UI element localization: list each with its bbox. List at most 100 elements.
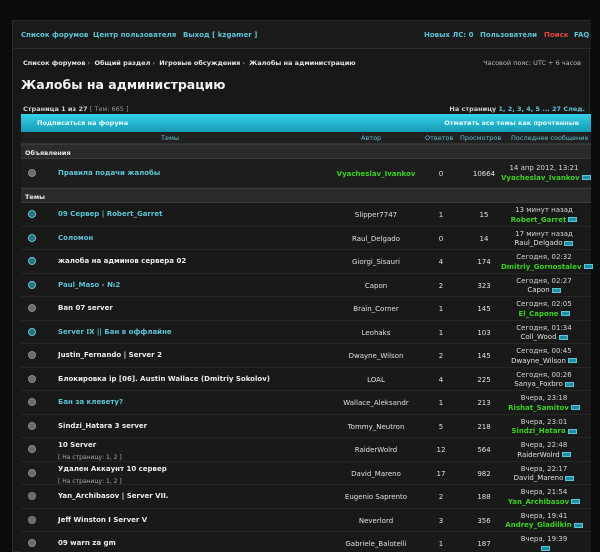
nav-members[interactable]: Пользователи — [480, 31, 537, 39]
last-post-user[interactable]: Andrey_Gladilkin — [505, 521, 571, 529]
subscribe-forum-link[interactable]: Подписаться на форума — [37, 119, 128, 127]
go-to-post-icon[interactable] — [570, 405, 580, 410]
go-to-post-icon[interactable] — [564, 240, 574, 246]
last-post-user[interactable]: RaiderWolrd — [517, 451, 560, 459]
go-to-post-icon[interactable] — [573, 522, 583, 528]
last-post-user[interactable]: Dmitriy_Gornostalev — [501, 263, 582, 271]
topic-pages[interactable]: [ На страницу: 1, 2 ] — [58, 454, 122, 461]
last-post-user[interactable]: Capon — [527, 286, 549, 294]
last-post-user[interactable]: Robert_Garret — [511, 216, 567, 224]
topic-title[interactable]: Server IX || Бан в оффлайне — [58, 328, 172, 336]
topic-title[interactable]: Правила подачи жалобы — [58, 169, 160, 177]
topic-pages[interactable]: [ На страницу: 1, 2 ] — [58, 478, 122, 485]
table-row[interactable]: Justin_Fernando | Server 2 Dwayne_Wilson 2… — [21, 344, 591, 368]
nav-search[interactable]: Поиск — [544, 31, 568, 39]
go-to-post-icon[interactable] — [568, 217, 578, 222]
nav-faq[interactable]: FAQ — [574, 31, 589, 39]
go-to-post-icon[interactable] — [551, 287, 561, 293]
table-row[interactable]: 09 Сервер | Robert_Garret Slipper7747 1 15 1… — [21, 203, 591, 227]
last-post-user[interactable]: El_Capone — [518, 310, 558, 318]
topic-title[interactable]: 09 warn za gm — [58, 539, 116, 547]
last-post-user[interactable]: Coll_Wood — [520, 333, 556, 341]
column-last-post[interactable]: Последнее сообщение — [511, 134, 589, 142]
go-to-post-icon[interactable] — [583, 264, 593, 269]
column-replies[interactable]: Ответов — [425, 134, 453, 142]
nav-forum-list[interactable]: Список форумов — [21, 31, 88, 39]
mark-read-link[interactable]: Отметить все темы как прочтенные — [444, 119, 579, 127]
topic-title[interactable]: Sindzi_Hatara 3 server — [58, 422, 147, 430]
topic-title[interactable]: Удален Аккаунт 10 сервер — [58, 465, 167, 473]
topic-author[interactable]: Gabriele_Balotelli — [311, 540, 441, 548]
go-to-post-icon[interactable] — [564, 381, 574, 387]
last-post-user[interactable]: Rishat_Samitov — [508, 404, 569, 412]
pagination-next[interactable]: След. — [563, 105, 585, 113]
table-row[interactable]: Блокировка ip [06]. Austin Wallace (Dmit… — [21, 367, 591, 391]
table-row[interactable]: Соломон Raul_Delgado 0 14 17 минут назад Raul… — [21, 226, 591, 250]
table-row[interactable]: Paul_Maso - №2 Capon 2 323 Сегодня, 02:27 Cap… — [21, 273, 591, 297]
pagination-links[interactable]: 1, 2, 3, 4, 5 ... 27 — [499, 105, 562, 113]
topic-title[interactable]: Блокировка ip [06]. Austin Wallace (Dmit… — [58, 375, 270, 383]
nav-logout[interactable]: Выход [ kzgamer ] — [183, 31, 257, 39]
table-row[interactable]: Jeff Winston I Server V Neverlord 3 356 Вчер… — [21, 508, 591, 532]
topic-title[interactable]: Бан за клевету? — [58, 398, 123, 406]
column-views[interactable]: Просмотров — [460, 134, 501, 142]
topic-author[interactable]: Wallace_Aleksandr — [311, 399, 441, 407]
topic-author[interactable]: Neverlord — [311, 517, 441, 525]
topic-author[interactable]: Giorgi_Sisauri — [311, 258, 441, 266]
table-row[interactable]: Бан за клевету? Wallace_Aleksandr 1 213 Вчер… — [21, 391, 591, 415]
table-row[interactable]: Yan_Archibasov | Server VII. Eugenio Sapr… — [21, 485, 591, 509]
topic-author[interactable]: Raul_Delgado — [311, 235, 441, 243]
topic-title[interactable]: Paul_Maso - №2 — [58, 281, 120, 289]
topic-author[interactable]: Tommy_Neutron — [311, 423, 441, 431]
topic-author[interactable]: David_Mareno — [311, 470, 441, 478]
table-row[interactable]: жалоба на админов сервера 02 Giorgi_Sisau… — [21, 250, 593, 274]
topic-author[interactable]: LOAL — [311, 376, 441, 384]
go-to-post-icon[interactable] — [540, 546, 550, 551]
breadcrumb-item[interactable]: Игровые обсуждения — [159, 59, 240, 67]
go-to-post-icon[interactable] — [581, 175, 591, 180]
last-post-user[interactable]: Raul_Delgado — [515, 239, 563, 247]
topic-author[interactable]: Leohaks — [311, 329, 441, 337]
topic-author[interactable]: Vyacheslav_Ivankov — [311, 170, 441, 178]
topic-title[interactable]: Соломон — [58, 234, 93, 242]
table-row[interactable]: Server IX || Бан в оффлайне Leohaks 1 103 Се… — [21, 320, 591, 344]
breadcrumb-item[interactable]: Список форумов — [23, 59, 86, 67]
topic-title[interactable]: 10 Server — [58, 441, 96, 449]
breadcrumb-item[interactable]: Жалобы на администрацию — [249, 59, 355, 67]
nav-new-pm[interactable]: Новых ЛС: 0 — [424, 31, 473, 39]
table-row[interactable]: Удален Аккаунт 10 сервер [ На страницу: 1… — [21, 461, 591, 485]
go-to-post-icon[interactable] — [560, 311, 570, 316]
last-post-user[interactable]: Sanya_Foxbro — [514, 380, 563, 388]
last-post-user[interactable]: Dwayne_Wilson — [511, 357, 566, 365]
topic-author[interactable]: Eugenio Saprento — [311, 493, 441, 501]
topic-title[interactable]: Justin_Fernando | Server 2 — [58, 351, 162, 359]
topic-title[interactable]: Jeff Winston I Server V — [58, 516, 147, 524]
table-row[interactable]: Ban 07 server Brain_Corner 1 145 Сегодня, 02… — [21, 297, 591, 321]
nav-user-center[interactable]: Центр пользователя — [93, 31, 176, 39]
topic-title[interactable]: Yan_Archibasov | Server VII. — [58, 492, 168, 500]
last-post-user[interactable]: David_Mareno — [514, 474, 564, 482]
page-title[interactable]: Жалобы на администрацию — [21, 77, 225, 92]
table-row[interactable]: 09 warn za gm Gabriele_Balotelli 1 187 Вчера… — [21, 532, 591, 552]
column-topics[interactable]: Темы — [161, 134, 179, 142]
last-post-user[interactable]: Yan_Archibasov — [508, 498, 569, 506]
topic-title[interactable]: Ban 07 server — [58, 304, 113, 312]
go-to-post-icon[interactable] — [567, 428, 577, 434]
last-post-user[interactable]: Sindzi_Hatara — [511, 427, 565, 435]
topic-author[interactable]: RaiderWolrd — [311, 446, 441, 454]
topic-title[interactable]: 09 Сервер | Robert_Garret — [58, 210, 162, 218]
topic-author[interactable]: Slipper7747 — [311, 211, 441, 219]
table-row[interactable]: Sindzi_Hatara 3 server Tommy_Neutron 5 218 В… — [21, 414, 591, 438]
column-author[interactable]: Автор — [361, 134, 381, 142]
topic-author[interactable]: Capon — [311, 282, 441, 290]
breadcrumb-item[interactable]: Общий раздел — [94, 59, 150, 67]
go-to-post-icon[interactable] — [565, 475, 575, 481]
topic-author[interactable]: Dwayne_Wilson — [311, 352, 441, 360]
topic-author[interactable]: Brain_Corner — [311, 305, 441, 313]
announcement-row[interactable]: Правила подачи жалобы Vyacheslav_Ivankov… — [21, 159, 591, 188]
go-to-post-icon[interactable] — [571, 499, 581, 504]
table-row[interactable]: 10 Server [ На страницу: 1, 2 ] RaiderWolr… — [21, 438, 591, 462]
go-to-post-icon[interactable] — [558, 334, 568, 340]
topic-title[interactable]: жалоба на админов сервера 02 — [58, 257, 186, 265]
last-post-user[interactable]: Vyacheslav_Ivankov — [501, 174, 580, 182]
